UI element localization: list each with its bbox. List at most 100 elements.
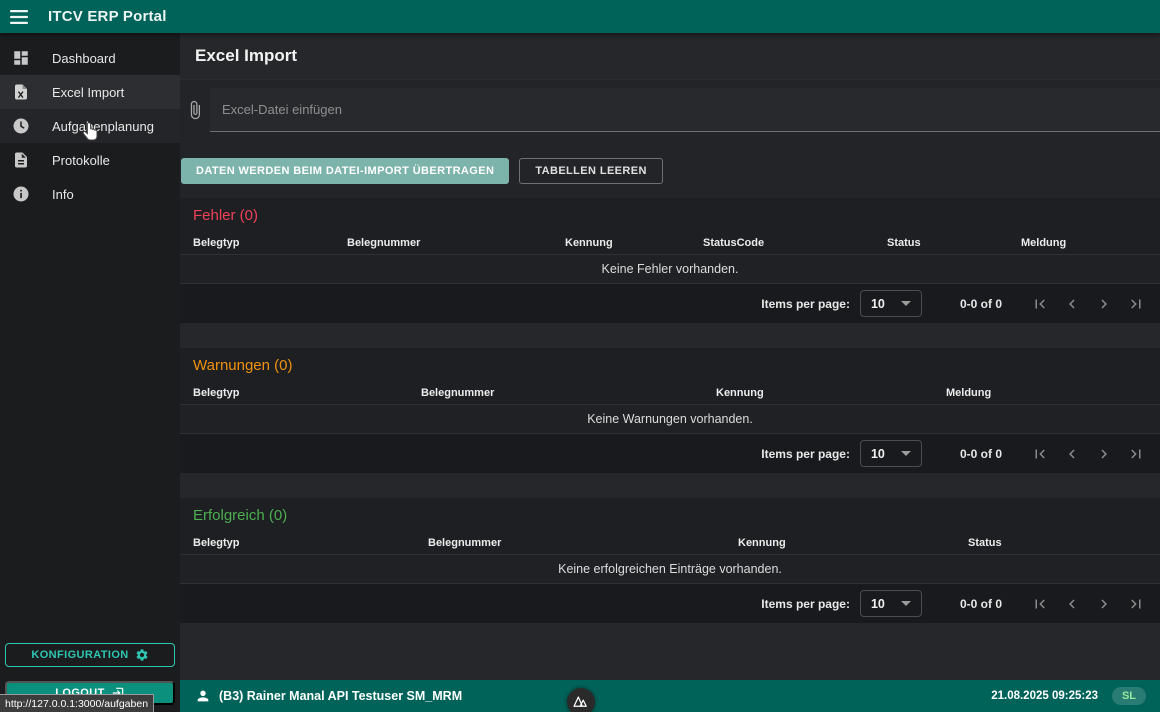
section-title-erfolgreich: Erfolgreich (0) xyxy=(180,498,1160,532)
paperclip-icon[interactable] xyxy=(185,99,205,121)
first-page-button[interactable] xyxy=(1024,288,1056,320)
info-icon xyxy=(12,185,30,203)
sidebar-item-dashboard[interactable]: Dashboard xyxy=(0,41,180,75)
empty-table-message: Keine Warnungen vorhanden. xyxy=(180,405,1160,434)
first-page-icon xyxy=(1031,295,1049,313)
page-size-select[interactable]: 10 xyxy=(860,440,922,467)
person-icon xyxy=(195,688,211,704)
section-title-warnungen: Warnungen (0) xyxy=(180,348,1160,382)
column-header: Kennung xyxy=(703,387,933,399)
last-page-button[interactable] xyxy=(1120,288,1152,320)
last-page-icon xyxy=(1127,595,1145,613)
section-gap xyxy=(180,473,1160,498)
sidebar-item-label: Excel Import xyxy=(52,85,124,100)
column-header: Status xyxy=(955,537,1160,549)
app-title: ITCV ERP Portal xyxy=(48,8,167,25)
column-header: Meldung xyxy=(933,387,1160,399)
floating-logo-button[interactable] xyxy=(567,688,595,712)
sidebar-item-label: Protokolle xyxy=(52,153,110,168)
page-size-select[interactable]: 10 xyxy=(860,290,922,317)
next-page-icon xyxy=(1095,295,1113,313)
previous-page-icon xyxy=(1063,595,1081,613)
mountains-logo-icon xyxy=(572,694,590,708)
column-header: StatusCode xyxy=(690,237,874,249)
sidebar-item-label: Info xyxy=(52,187,74,202)
sidebar-item-label: Aufgabenplanung xyxy=(52,119,154,134)
section-warnungen: Warnungen (0) Belegtyp Belegnummer Kennu… xyxy=(180,348,1160,498)
app-window: ITCV ERP Portal Dashboard Excel Import A… xyxy=(0,0,1160,712)
page-size-value: 10 xyxy=(871,297,885,311)
first-page-icon xyxy=(1031,445,1049,463)
last-page-icon xyxy=(1127,445,1145,463)
column-header: Belegnummer xyxy=(415,537,725,549)
excel-file-input[interactable] xyxy=(210,88,1160,131)
paginator-fehler: Items per page: 10 0-0 of 0 xyxy=(180,284,1160,323)
content-bottom-fill xyxy=(180,648,1160,680)
dashboard-icon xyxy=(12,49,30,67)
next-page-icon xyxy=(1095,595,1113,613)
column-header: Meldung xyxy=(1008,237,1160,249)
column-header: Belegtyp xyxy=(180,387,408,399)
main-content: Excel Import DATEN WERDEN BEIM DATEI-IMP… xyxy=(180,33,1160,680)
column-header: Belegnummer xyxy=(334,237,552,249)
import-transfer-button[interactable]: DATEN WERDEN BEIM DATEI-IMPORT ÜBERTRAGE… xyxy=(181,158,509,184)
column-header: Belegtyp xyxy=(180,237,334,249)
column-header: Belegnummer xyxy=(408,387,703,399)
konfiguration-button[interactable]: KONFIGURATION xyxy=(5,643,175,667)
status-badge: SL xyxy=(1112,687,1146,705)
first-page-button[interactable] xyxy=(1024,438,1056,470)
page-range-label: 0-0 of 0 xyxy=(960,597,1002,611)
hamburger-menu-icon[interactable] xyxy=(0,0,38,33)
page-size-select[interactable]: 10 xyxy=(860,590,922,617)
column-header: Kennung xyxy=(552,237,690,249)
section-gap xyxy=(180,323,1160,348)
sidebar-item-protokolle[interactable]: Protokolle xyxy=(0,143,180,177)
last-page-button[interactable] xyxy=(1120,438,1152,470)
page-header: Excel Import xyxy=(180,33,1160,80)
konfiguration-button-label: KONFIGURATION xyxy=(31,649,128,661)
file-input-row xyxy=(180,88,1160,135)
previous-page-icon xyxy=(1063,445,1081,463)
previous-page-button[interactable] xyxy=(1056,438,1088,470)
first-page-button[interactable] xyxy=(1024,588,1056,620)
last-page-button[interactable] xyxy=(1120,588,1152,620)
table-header-row: Belegtyp Belegnummer Kennung Meldung xyxy=(180,382,1160,405)
page-size-value: 10 xyxy=(871,447,885,461)
section-title-fehler: Fehler (0) xyxy=(180,198,1160,232)
next-page-button[interactable] xyxy=(1088,288,1120,320)
sidebar-item-aufgabenplanung[interactable]: Aufgabenplanung xyxy=(0,109,180,143)
items-per-page-label: Items per page: xyxy=(761,297,850,311)
items-per-page-label: Items per page: xyxy=(761,447,850,461)
next-page-button[interactable] xyxy=(1088,588,1120,620)
sidebar-item-info[interactable]: Info xyxy=(0,177,180,211)
timestamp-label: 21.08.2025 09:25:23 xyxy=(991,690,1098,702)
clock-icon xyxy=(12,117,30,135)
last-page-icon xyxy=(1127,295,1145,313)
previous-page-button[interactable] xyxy=(1056,588,1088,620)
previous-page-button[interactable] xyxy=(1056,288,1088,320)
top-app-bar: ITCV ERP Portal xyxy=(0,0,1160,33)
section-fehler: Fehler (0) Belegtyp Belegnummer Kennung … xyxy=(180,198,1160,348)
browser-link-preview: http://127.0.0.1:3000/aufgaben xyxy=(0,694,154,712)
empty-table-message: Keine erfolgreichen Einträge vorhanden. xyxy=(180,555,1160,584)
page-size-value: 10 xyxy=(871,597,885,611)
sidebar: Dashboard Excel Import Aufgabenplanung P… xyxy=(0,33,180,712)
table-header-row: Belegtyp Belegnummer Kennung Status xyxy=(180,532,1160,555)
table-header-row: Belegtyp Belegnummer Kennung StatusCode … xyxy=(180,232,1160,255)
column-header: Belegtyp xyxy=(180,537,415,549)
file-field xyxy=(210,88,1160,132)
page-range-label: 0-0 of 0 xyxy=(960,297,1002,311)
items-per-page-label: Items per page: xyxy=(761,597,850,611)
paginator-erfolgreich: Items per page: 10 0-0 of 0 xyxy=(180,584,1160,623)
section-gap xyxy=(180,623,1160,648)
sidebar-item-excel-import[interactable]: Excel Import xyxy=(0,75,180,109)
excel-file-icon xyxy=(12,83,30,101)
chevron-down-icon xyxy=(901,601,911,606)
clear-tables-button[interactable]: TABELLEN LEEREN xyxy=(519,158,663,184)
first-page-icon xyxy=(1031,595,1049,613)
next-page-button[interactable] xyxy=(1088,438,1120,470)
document-icon xyxy=(12,151,30,169)
previous-page-icon xyxy=(1063,295,1081,313)
paginator-warnungen: Items per page: 10 0-0 of 0 xyxy=(180,434,1160,473)
action-buttons: DATEN WERDEN BEIM DATEI-IMPORT ÜBERTRAGE… xyxy=(181,158,663,184)
